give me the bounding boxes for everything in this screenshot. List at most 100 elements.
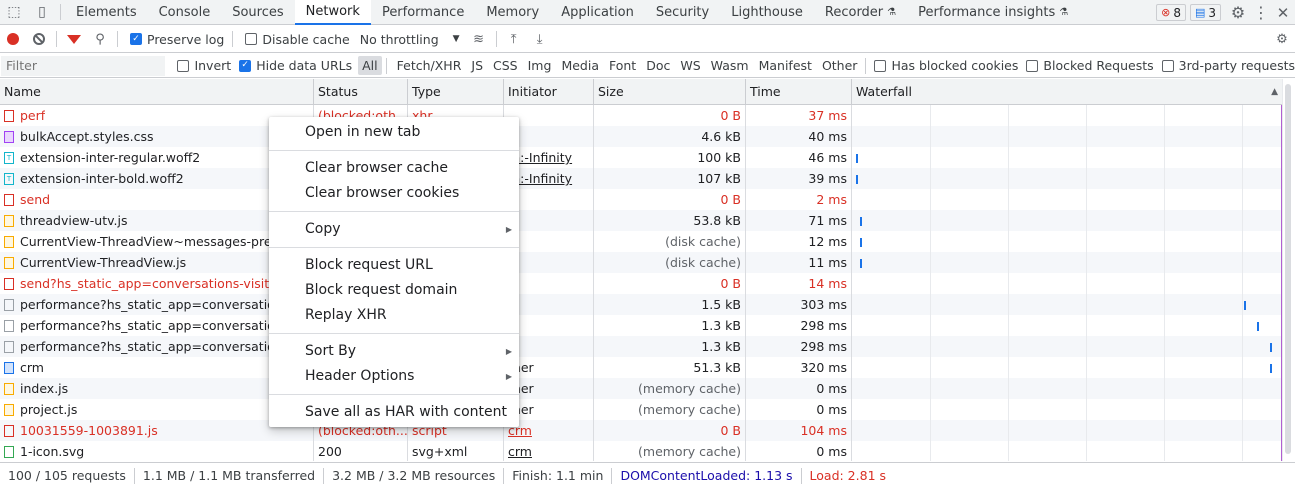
menu-item-block-request-url[interactable]: Block request URL xyxy=(269,253,519,278)
table-row[interactable]: Textension-inter-bold.woff2 m:-Infinity 10… xyxy=(0,168,1282,189)
type-filter-media[interactable]: Media xyxy=(557,56,603,75)
tab-performance[interactable]: Performance xyxy=(371,0,475,25)
preserve-log-checkbox[interactable]: ✓ Preserve log xyxy=(130,32,224,47)
menu-item-copy[interactable]: Copy ▶ xyxy=(269,217,519,242)
filter-input[interactable] xyxy=(1,55,166,76)
third-party-checkbox[interactable]: 3rd-party requests xyxy=(1161,58,1295,73)
menu-item-block-request-domain[interactable]: Block request domain xyxy=(269,278,519,303)
type-filter-manifest[interactable]: Manifest xyxy=(755,56,816,75)
menu-item-save-all-as-har-with-content[interactable]: Save all as HAR with content xyxy=(269,400,519,425)
column-header-initiator[interactable]: Initiator xyxy=(504,79,594,105)
device-toolbar-icon[interactable]: ▯ xyxy=(28,0,56,25)
table-row[interactable]: index.js ther (memory cache) 0 ms xyxy=(0,378,1282,399)
cell-waterfall xyxy=(852,294,1282,315)
request-name: bulkAccept.styles.css xyxy=(20,129,154,144)
script-file-icon xyxy=(4,382,14,395)
tab-lighthouse[interactable]: Lighthouse xyxy=(720,0,814,25)
cell-name: send xyxy=(0,189,314,210)
table-row[interactable]: threadview-utv.js 53.8 kB 71 ms xyxy=(0,210,1282,231)
table-row[interactable]: crm ther 51.3 kB 320 ms xyxy=(0,357,1282,378)
type-filter-ws[interactable]: WS xyxy=(676,56,704,75)
cell-waterfall xyxy=(852,252,1282,273)
cell-waterfall xyxy=(852,399,1282,420)
table-row[interactable]: 10031559-1003891.js (blocked:oth... script… xyxy=(0,420,1282,441)
network-conditions-button[interactable]: ≋ xyxy=(466,26,492,52)
table-row[interactable]: perf (blocked:oth... xhr 0 B 37 ms xyxy=(0,105,1282,126)
table-row[interactable]: CurrentView-ThreadView.js (disk cache) 11 … xyxy=(0,252,1282,273)
table-row[interactable]: performance?hs_static_app=conversations-… xyxy=(0,294,1282,315)
record-button[interactable] xyxy=(0,26,26,52)
has-blocked-cookies-checkbox[interactable]: Has blocked cookies xyxy=(874,58,1018,73)
type-filter-js[interactable]: JS xyxy=(467,56,487,75)
inspect-element-icon[interactable]: ⬚ xyxy=(0,0,28,25)
menu-item-open-in-new-tab[interactable]: Open in new tab xyxy=(269,120,519,145)
tab-label: Console xyxy=(158,4,211,20)
tab-sources[interactable]: Sources xyxy=(221,0,294,25)
menu-item-header-options[interactable]: Header Options ▶ xyxy=(269,364,519,389)
column-header-type[interactable]: Type xyxy=(408,79,504,105)
message-badge[interactable]: ▤ 3 xyxy=(1189,4,1221,21)
tab-memory[interactable]: Memory xyxy=(475,0,550,25)
menu-item-clear-browser-cache[interactable]: Clear browser cache xyxy=(269,156,519,181)
table-row[interactable]: CurrentView-ThreadView~messages-preview (… xyxy=(0,231,1282,252)
menu-item-label: Block request URL xyxy=(305,257,433,273)
column-header-time[interactable]: Time xyxy=(746,79,852,105)
column-header-waterfall[interactable]: Waterfall ▲ xyxy=(852,79,1282,105)
tab-network[interactable]: Network xyxy=(294,0,371,25)
request-name: CurrentView-ThreadView~messages-preview xyxy=(20,234,301,249)
type-filter-doc[interactable]: Doc xyxy=(642,56,674,75)
cell-waterfall xyxy=(852,315,1282,336)
hide-data-urls-checkbox[interactable]: ✓ Hide data URLs xyxy=(239,58,352,73)
network-settings-button[interactable]: ⚙ xyxy=(1269,26,1295,52)
table-row[interactable]: project.js ther (memory cache) 0 ms xyxy=(0,399,1282,420)
more-options-icon[interactable]: ⋮ xyxy=(1251,3,1271,22)
table-row[interactable]: performance?hs_static_app=conversations-… xyxy=(0,336,1282,357)
search-button[interactable]: ⚲ xyxy=(87,26,113,52)
close-devtools-icon[interactable]: ✕ xyxy=(1271,4,1295,22)
cell-name: 10031559-1003891.js xyxy=(0,420,314,441)
menu-item-label: Open in new tab xyxy=(305,124,421,140)
type-filter-fetch-xhr[interactable]: Fetch/XHR xyxy=(393,56,466,75)
type-filter-other[interactable]: Other xyxy=(818,56,862,75)
table-row[interactable]: Textension-inter-regular.woff2 m:-Infinit… xyxy=(0,147,1282,168)
tab-performance-insights[interactable]: Performance insights ⚗ xyxy=(907,0,1079,25)
checkbox-checked-icon: ✓ xyxy=(239,59,252,72)
table-row[interactable]: send?hs_static_app=conversations-visitor… xyxy=(0,273,1282,294)
blocked-requests-checkbox[interactable]: Blocked Requests xyxy=(1026,58,1154,73)
disable-cache-checkbox[interactable]: Disable cache xyxy=(245,32,350,47)
type-filter-wasm[interactable]: Wasm xyxy=(707,56,753,75)
menu-item-sort-by[interactable]: Sort By ▶ xyxy=(269,339,519,364)
clear-button[interactable] xyxy=(26,26,52,52)
load-time: Load: 2.81 s xyxy=(809,467,887,483)
type-filter-img[interactable]: Img xyxy=(524,56,556,75)
table-row[interactable]: send 0 B2 ms xyxy=(0,189,1282,210)
type-filter-font[interactable]: Font xyxy=(605,56,640,75)
table-row[interactable]: 1-icon.svg 200 svg+xml crm (memory cache) 0 m… xyxy=(0,441,1282,461)
throttling-select[interactable]: No throttling ▼ xyxy=(360,32,460,47)
hide-data-urls-label: Hide data URLs xyxy=(256,58,353,73)
column-header-size[interactable]: Size xyxy=(594,79,746,105)
export-har-button[interactable]: ⤓ xyxy=(527,26,553,52)
settings-gear-icon[interactable]: ⚙ xyxy=(1225,3,1251,22)
table-row[interactable]: bulkAccept.styles.css 4.6 kB 40 ms xyxy=(0,126,1282,147)
tab-console[interactable]: Console xyxy=(148,0,222,25)
error-badge[interactable]: ⊗ 8 xyxy=(1156,4,1186,21)
resources-size: 3.2 MB / 3.2 MB resources xyxy=(324,467,505,484)
tab-security[interactable]: Security xyxy=(645,0,720,25)
menu-item-clear-browser-cookies[interactable]: Clear browser cookies xyxy=(269,181,519,206)
type-filter-css[interactable]: CSS xyxy=(489,56,522,75)
column-header-name[interactable]: Name xyxy=(0,79,314,105)
invert-checkbox[interactable]: Invert xyxy=(177,58,231,73)
request-name: 1-icon.svg xyxy=(20,444,85,459)
column-header-status[interactable]: Status xyxy=(314,79,408,105)
filter-toggle-button[interactable] xyxy=(61,26,87,52)
import-har-button[interactable]: ⤒ xyxy=(501,26,527,52)
scrollbar-thumb[interactable] xyxy=(1285,84,1291,454)
menu-item-replay-xhr[interactable]: Replay XHR xyxy=(269,303,519,328)
tab-elements[interactable]: Elements xyxy=(65,0,148,25)
tab-recorder[interactable]: Recorder ⚗ xyxy=(814,0,907,25)
tab-application[interactable]: Application xyxy=(550,0,645,25)
table-row[interactable]: performance?hs_static_app=conversations-… xyxy=(0,315,1282,336)
type-filter-all[interactable]: All xyxy=(358,56,382,75)
waterfall-bar xyxy=(856,175,858,184)
